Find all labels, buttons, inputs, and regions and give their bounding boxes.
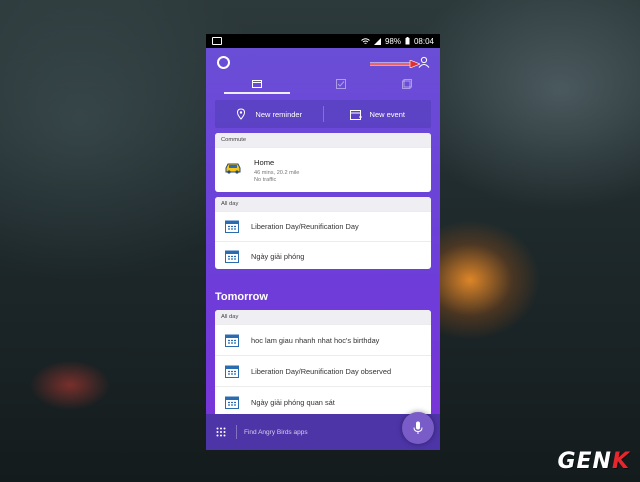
new-event-label: New event bbox=[369, 109, 405, 119]
top-bar bbox=[206, 48, 440, 74]
calendar-icon bbox=[225, 334, 239, 347]
new-reminder-button[interactable]: New reminder bbox=[215, 100, 323, 128]
card-header: Commute bbox=[215, 133, 431, 147]
clock: 08:04 bbox=[413, 36, 434, 46]
tab-notebook[interactable] bbox=[374, 74, 440, 94]
commute-details: 46 mins, 20.2 mile bbox=[254, 170, 300, 176]
watermark-text-k: K bbox=[611, 449, 630, 474]
tab-bar bbox=[206, 74, 440, 94]
event-title: hoc lam giau nhanh nhat hoc's birthday bbox=[251, 335, 380, 345]
status-bar: 98% 08:04 bbox=[206, 34, 440, 48]
signal-icon bbox=[373, 37, 381, 45]
list-item[interactable]: hoc lam giau nhanh nhat hoc's birthday bbox=[215, 324, 431, 355]
microphone-button[interactable] bbox=[402, 412, 434, 444]
new-reminder-label: New reminder bbox=[255, 109, 303, 119]
list-item[interactable]: Liberation Day/Reunification Day bbox=[215, 211, 431, 241]
commute-card[interactable]: Commute Home 46 mins, 20.2 mile No traff… bbox=[215, 133, 431, 192]
calendar-icon bbox=[225, 365, 239, 378]
genk-watermark: GENK bbox=[557, 449, 630, 474]
tab-calendar[interactable] bbox=[224, 74, 290, 94]
event-title: Liberation Day/Reunification Day bbox=[251, 222, 359, 231]
event-icon bbox=[349, 109, 362, 120]
tasks-tab-icon bbox=[336, 79, 346, 89]
phone-screen: 98% 08:04 New reminder New event Commute… bbox=[206, 34, 440, 450]
calendar-icon bbox=[225, 396, 239, 409]
cortana-icon[interactable] bbox=[217, 56, 230, 69]
battery-icon bbox=[405, 37, 410, 45]
list-item[interactable]: Liberation Day/Reunification Day observe… bbox=[215, 355, 431, 386]
list-item[interactable]: Ngày giải phóng quan sát bbox=[215, 386, 431, 417]
image-icon bbox=[212, 37, 222, 45]
commute-row[interactable]: Home 46 mins, 20.2 mile No traffic bbox=[215, 147, 431, 192]
event-title: Liberation Day/Reunification Day observe… bbox=[251, 366, 392, 376]
commute-traffic: No traffic bbox=[254, 177, 277, 183]
search-input[interactable]: Find Angry Birds apps bbox=[244, 429, 308, 436]
card-header: All day bbox=[215, 197, 431, 211]
profile-icon[interactable] bbox=[418, 56, 430, 68]
reminder-icon bbox=[237, 108, 246, 120]
event-title: Ngày giải phóng bbox=[251, 252, 305, 261]
commute-destination: Home bbox=[254, 158, 275, 167]
quick-actions: New reminder New event bbox=[215, 100, 431, 128]
microphone-icon bbox=[413, 421, 423, 434]
list-item[interactable]: Ngày giải phóng bbox=[215, 241, 431, 269]
allday-card-today: All day Liberation Day/Reunification Day… bbox=[215, 197, 431, 269]
allday-card-tomorrow: All day hoc lam giau nhanh nhat hoc's bi… bbox=[215, 310, 431, 420]
apps-grid-icon[interactable] bbox=[216, 427, 226, 437]
notebook-tab-icon bbox=[402, 79, 412, 89]
tab-tasks[interactable] bbox=[308, 74, 374, 94]
new-event-button[interactable]: New event bbox=[324, 100, 432, 128]
calendar-icon bbox=[225, 250, 239, 263]
card-header: All day bbox=[215, 310, 431, 324]
tomorrow-heading: Tomorrow bbox=[215, 291, 268, 303]
calendar-icon bbox=[225, 220, 239, 233]
battery-percent: 98% bbox=[384, 36, 401, 46]
event-title: Ngày giải phóng quan sát bbox=[251, 397, 335, 407]
calendar-tab-icon bbox=[252, 79, 262, 88]
search-divider bbox=[236, 425, 237, 439]
watermark-text: GEN bbox=[557, 449, 612, 474]
wifi-icon bbox=[361, 37, 370, 44]
annotation-arrow bbox=[370, 60, 420, 68]
car-icon bbox=[225, 163, 241, 174]
